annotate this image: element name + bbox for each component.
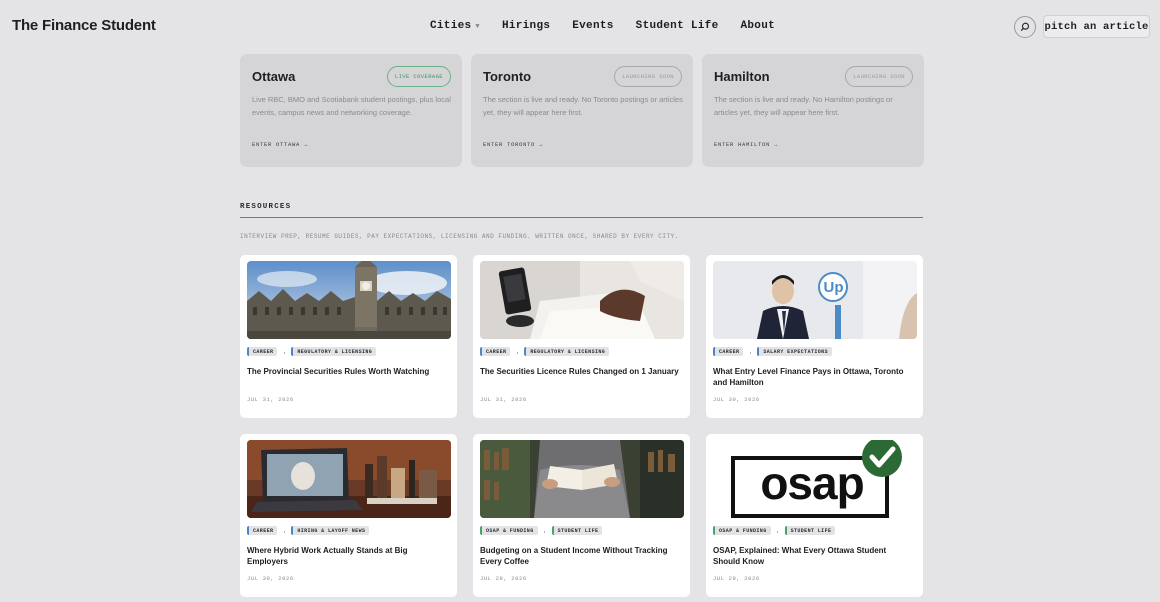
search-button[interactable] — [1014, 16, 1036, 38]
status-badge: LAUNCHING SOON — [845, 66, 913, 87]
status-badge: LIVE COVERAGE — [386, 66, 451, 87]
section-divider — [240, 217, 923, 218]
city-name: Hamilton — [714, 69, 770, 84]
article-date: JUL 30, 2026 — [713, 396, 760, 403]
tag-badge[interactable]: STUDENT LIFE — [551, 526, 603, 535]
enter-city-link[interactable]: ENTER OTTAWA → — [252, 141, 308, 148]
nav-hirings[interactable]: Hirings — [502, 20, 550, 32]
tag-badge[interactable]: HIRING & LAYOFF NEWS — [291, 526, 370, 535]
article-title[interactable]: Budgeting on a Student Income Without Tr… — [480, 545, 680, 567]
city-card-hamilton[interactable]: Hamilton LAUNCHING SOON The section is l… — [702, 54, 924, 167]
tag-badge[interactable]: CAREER — [480, 347, 511, 356]
tag-badge[interactable]: REGULATORY & LICENSING — [524, 347, 610, 356]
article-image — [247, 440, 451, 518]
section-title: RESOURCES — [240, 203, 292, 211]
article-image — [480, 440, 684, 518]
article-card[interactable]: OSAP & FUNDING , STUDENT LIFE Budgeting … — [473, 434, 690, 597]
tag-separator: , — [776, 527, 779, 534]
city-card-toronto[interactable]: Toronto LAUNCHING SOON The section is li… — [471, 54, 693, 167]
pitch-article-button[interactable]: pitch an article — [1043, 15, 1150, 38]
tag-separator: , — [543, 527, 546, 534]
nav-about[interactable]: About — [741, 20, 776, 32]
article-title[interactable]: The Provincial Securities Rules Worth Wa… — [247, 366, 447, 377]
section-subtitle: INTERVIEW PREP, RESUME GUIDES, PAY EXPEC… — [240, 233, 679, 240]
city-description: The section is live and ready. No Toront… — [483, 95, 683, 117]
tag-separator: , — [749, 348, 752, 355]
article-title[interactable]: Where Hybrid Work Actually Stands at Big… — [247, 545, 447, 567]
nav-student-life[interactable]: Student Life — [636, 20, 719, 32]
article-date: JUL 29, 2026 — [480, 575, 527, 582]
article-tags: CAREER , REGULATORY & LICENSING — [247, 347, 377, 356]
article-card[interactable]: osap OSAP & FUNDING , STUDENT LIFE OSAP,… — [706, 434, 923, 597]
tag-badge[interactable]: CAREER — [247, 526, 278, 535]
article-date: JUL 31, 2026 — [247, 396, 294, 403]
nav-cities[interactable]: Cities ▼ — [430, 20, 480, 32]
article-tags: CAREER , REGULATORY & LICENSING — [480, 347, 610, 356]
tag-badge[interactable]: OSAP & FUNDING — [713, 526, 771, 535]
tag-badge[interactable]: CAREER — [713, 347, 744, 356]
article-card[interactable]: Up CAREER , SALARY EXPECTATIONS What Ent… — [706, 255, 923, 418]
article-tags: OSAP & FUNDING , STUDENT LIFE — [480, 526, 603, 535]
city-name: Toronto — [483, 69, 532, 84]
osap-logo: osap — [760, 457, 864, 509]
enter-city-link[interactable]: ENTER HAMILTON → — [714, 141, 778, 148]
article-tags: CAREER , SALARY EXPECTATIONS — [713, 347, 832, 356]
article-image — [480, 261, 684, 339]
main-nav: Cities ▼ Hirings Events Student Life Abou… — [430, 20, 797, 32]
article-image — [247, 261, 451, 339]
image-sign-text: Up — [823, 279, 844, 296]
tag-separator: , — [283, 348, 286, 355]
article-image: osap — [713, 440, 917, 518]
article-tags: CAREER , HIRING & LAYOFF NEWS — [247, 526, 370, 535]
tag-badge[interactable]: CAREER — [247, 347, 278, 356]
article-image: Up — [713, 261, 917, 339]
article-card[interactable]: CAREER , HIRING & LAYOFF NEWS Where Hybr… — [240, 434, 457, 597]
enter-city-link[interactable]: ENTER TORONTO → — [483, 141, 543, 148]
city-description: Live RBC, BMO and Scotiabank student pos… — [252, 95, 451, 117]
article-tags: OSAP & FUNDING , STUDENT LIFE — [713, 526, 836, 535]
article-date: JUL 30, 2026 — [247, 575, 294, 582]
city-card-ottawa[interactable]: Ottawa LIVE COVERAGE Live RBC, BMO and S… — [240, 54, 462, 167]
tag-badge[interactable]: STUDENT LIFE — [784, 526, 836, 535]
tag-badge[interactable]: REGULATORY & LICENSING — [291, 347, 377, 356]
chevron-down-icon: ▼ — [475, 22, 480, 31]
tag-badge[interactable]: OSAP & FUNDING — [480, 526, 538, 535]
article-date: JUL 31, 2026 — [480, 396, 527, 403]
article-card[interactable]: CAREER , REGULATORY & LICENSING The Prov… — [240, 255, 457, 418]
article-title[interactable]: OSAP, Explained: What Every Ottawa Stude… — [713, 545, 913, 567]
nav-cities-label: Cities — [430, 20, 472, 32]
city-description: The section is live and ready. No Hamilt… — [714, 95, 893, 117]
article-date: JUL 29, 2026 — [713, 575, 760, 582]
status-badge: LAUNCHING SOON — [614, 66, 682, 87]
tag-separator: , — [516, 348, 519, 355]
site-logo[interactable]: The Finance Student — [12, 17, 156, 34]
article-card[interactable]: CAREER , REGULATORY & LICENSING The Secu… — [473, 255, 690, 418]
tag-separator: , — [283, 527, 286, 534]
article-title[interactable]: The Securities Licence Rules Changed on … — [480, 366, 680, 377]
article-title[interactable]: What Entry Level Finance Pays in Ottawa,… — [713, 366, 913, 388]
nav-events[interactable]: Events — [572, 20, 613, 32]
city-name: Ottawa — [252, 69, 296, 84]
search-icon — [1020, 22, 1030, 32]
tag-badge[interactable]: SALARY EXPECTATIONS — [757, 347, 832, 356]
